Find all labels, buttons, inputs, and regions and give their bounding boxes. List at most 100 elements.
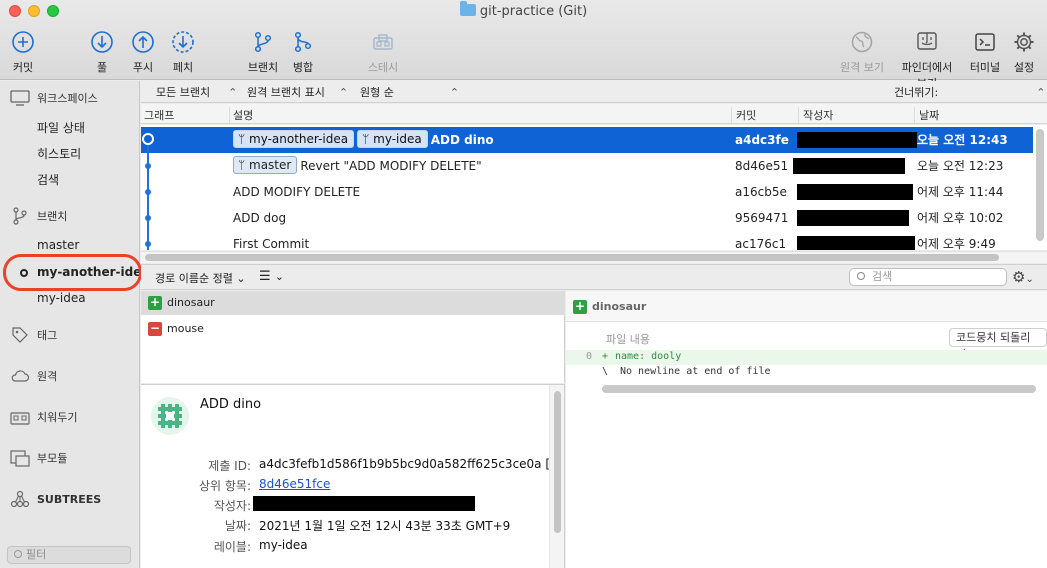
parent-label: 상위 항목: [198, 479, 251, 493]
commit-hash: a4dc3fe [735, 133, 789, 147]
list-icon: ☰ [259, 269, 271, 284]
commit-row[interactable]: ᛘ master Revert "ADD MODIFY DELETE" 8d46e… [141, 153, 1033, 179]
all-branches-select[interactable]: 모든 브랜치 ⌃ [156, 84, 237, 100]
updown-chevron-icon: ⌃ [449, 86, 460, 99]
commit-hash: ac176c1 [735, 237, 787, 250]
details-scrollbar[interactable] [554, 391, 561, 533]
changed-files-list: + dinosaur − mouse [141, 291, 565, 383]
sidebar-section-tags[interactable]: 태그 [10, 326, 57, 344]
stash-icon [10, 408, 30, 426]
highlight-annotation [3, 254, 142, 291]
commit-date: 오늘 오전 12:23 [917, 159, 1004, 173]
chevron-down-icon: ⌄ [274, 270, 285, 283]
column-author[interactable]: 작성자 [798, 107, 833, 123]
sidebar-section-workspace[interactable]: 워크스페이스 [10, 89, 98, 107]
column-date[interactable]: 날짜 [914, 107, 939, 123]
globe-icon [850, 30, 874, 54]
diff-horizontal-scrollbar[interactable] [602, 385, 1036, 393]
log-horizontal-scrollbar[interactable] [145, 254, 999, 261]
updown-chevron-icon: ⌃ [338, 86, 349, 99]
branch-tag: ᛘ master [233, 156, 298, 174]
commit-details: ADD dino 제출 ID: a4dc3fefb1d586f1b9b5bc9d… [141, 384, 565, 568]
updown-chevron-icon: ⌃ [1036, 86, 1046, 99]
graph-node [145, 163, 151, 169]
file-removed-icon: − [148, 321, 162, 336]
label-label: 레이블: [213, 540, 251, 554]
commit-refs: ᛘ master Revert "ADD MODIFY DELETE" [233, 153, 482, 179]
fetch-button[interactable]: 페치 [153, 30, 213, 75]
chevron-down-icon: ⌄ [236, 272, 246, 285]
commit-message: ADD dog [233, 211, 287, 225]
cloud-icon [10, 367, 30, 385]
gear-menu-button[interactable]: ⚙⌄ [1012, 268, 1034, 286]
search-input[interactable]: 검색 [849, 268, 1007, 286]
commit-refs: ᛘ my-another-idea ᛘ my-idea ADD dino [233, 127, 494, 153]
commit-button[interactable]: 커밋 [0, 30, 53, 75]
sort-select[interactable]: 경로 이름순 정렬 ⌄ [155, 270, 246, 286]
merge-icon [291, 30, 315, 54]
subtree-icon [10, 490, 30, 508]
commit-row[interactable]: First Commit ac176c1 어제 오후 9:49 [141, 231, 1033, 250]
redacted-author [253, 496, 475, 511]
sidebar-item-branch-master[interactable]: master [37, 238, 79, 252]
log-filter-bar: 모든 브랜치 ⌃ 원격 브랜치 표시 ⌃ 원형 순 ⌃ 건너뛰기: ⌃ [141, 81, 1047, 103]
commit-row[interactable]: ADD MODIFY DELETE a16cb5e 어제 오후 11:44 [141, 179, 1033, 205]
fetch-dashed-circle-icon [171, 30, 195, 54]
file-added-icon: + [148, 295, 162, 310]
commit-hash: 8d46e51 [735, 159, 789, 173]
plus-circle-icon [11, 30, 35, 54]
commit-subject: ADD dino [200, 397, 262, 412]
branch-tag: ᛘ my-another-idea [233, 130, 355, 148]
parent-commit-link[interactable]: 8d46e51fce [259, 477, 330, 491]
redacted-author [797, 132, 917, 148]
settings-button[interactable]: 설정 [994, 30, 1047, 75]
sidebar-section-branches[interactable]: 브랜치 [10, 207, 67, 225]
order-select[interactable]: 원형 순 ⌃ [360, 84, 459, 100]
sidebar-item-file-status[interactable]: 파일 상태 [37, 119, 85, 136]
date-label: 날짜: [224, 519, 251, 533]
finder-icon [915, 30, 939, 54]
sidebar-item-history[interactable]: 히스토리 [37, 145, 81, 162]
merge-button[interactable]: 병합 [273, 30, 333, 75]
file-row[interactable]: − mouse [141, 317, 565, 341]
commit-row[interactable]: ᛘ my-another-idea ᛘ my-idea ADD dino a4dc3… [141, 127, 1033, 153]
commit-date: 어제 오후 9:49 [917, 237, 996, 250]
column-description[interactable]: 설명 [229, 107, 253, 123]
details-scrollbar-track [549, 385, 564, 568]
avatar [150, 396, 190, 436]
file-added-icon: + [573, 299, 587, 314]
log-vertical-scrollbar[interactable] [1036, 129, 1044, 241]
diff-line-text: name: dooly [615, 351, 682, 362]
sidebar-section-remotes[interactable]: 원격 [10, 367, 57, 385]
commit-date: 오늘 오전 12:43 [917, 133, 1008, 147]
commit-log-header: 그래프 설명 커밋 작성자 날짜 [141, 104, 1047, 124]
chevron-down-icon: ⌄ [1025, 274, 1034, 285]
revert-hunk-button[interactable]: 코드뭉치 되돌리기 [949, 328, 1047, 361]
list-view-select[interactable]: ☰ ⌄ [259, 269, 284, 284]
sidebar-section-stashes[interactable]: 치워두기 [10, 408, 77, 426]
diff-line-number: 0 [586, 351, 593, 362]
show-remote-branches-select[interactable]: 원격 브랜치 표시 ⌃ [247, 84, 348, 100]
commit-row[interactable]: ADD dog 9569471 어제 오후 10:02 [141, 205, 1033, 231]
sidebar-item-search[interactable]: 검색 [37, 171, 59, 188]
sidebar-item-branch-my-idea[interactable]: my-idea [37, 291, 86, 305]
column-commit[interactable]: 커밋 [731, 107, 756, 123]
submodule-icon [10, 449, 30, 467]
redacted-author [797, 184, 913, 200]
commit-date-full: 2021년 1월 1일 오전 12시 43분 33초 GMT+9 [259, 519, 511, 533]
diff-marker-added: + [602, 351, 609, 362]
sidebar-section-subtrees[interactable]: SUBTREES [10, 490, 101, 508]
sidebar-section-submodules[interactable]: 부모듈 [10, 449, 67, 467]
graph-node [145, 189, 151, 195]
file-row[interactable]: + dinosaur [141, 291, 565, 315]
redacted-author [797, 236, 915, 250]
updown-chevron-icon: ⌃ [228, 86, 238, 99]
hash-label: 제출 ID: [208, 459, 251, 473]
sidebar-filter-input[interactable]: 필터 [7, 546, 131, 564]
stash-button[interactable]: 스테시 [353, 30, 413, 75]
branch-tag: ᛘ my-idea [357, 130, 428, 148]
skip-select[interactable]: 건너뛰기: ⌃ [894, 84, 1045, 100]
branch-icon [251, 30, 275, 54]
remote-view-button[interactable]: 원격 보기 [832, 30, 892, 75]
column-graph[interactable]: 그래프 [144, 107, 174, 123]
